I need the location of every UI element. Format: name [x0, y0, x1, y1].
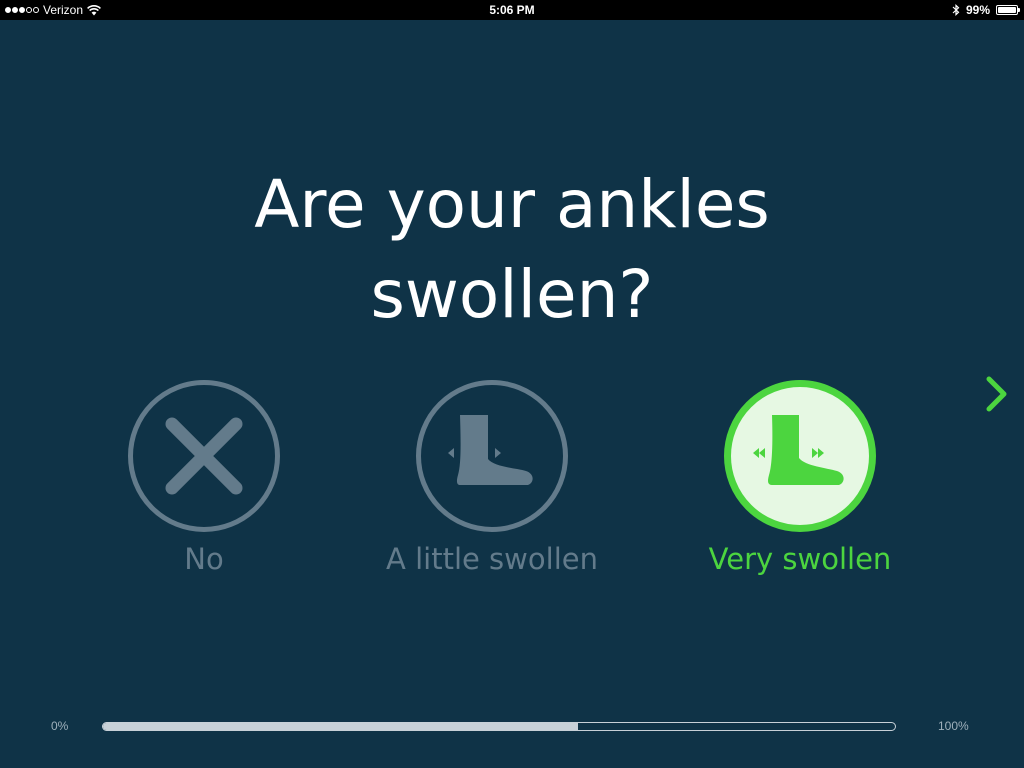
- bluetooth-icon: [952, 4, 960, 16]
- option-a-little-swollen[interactable]: A little swollen: [342, 380, 642, 576]
- battery-percent: 99%: [965, 3, 990, 17]
- progress-max-label: 100%: [938, 719, 969, 733]
- battery-icon: [996, 5, 1020, 15]
- status-right: 99%: [952, 3, 1020, 17]
- battery-level-fill: [998, 7, 1016, 13]
- status-bar: Verizon 5:06 PM 99%: [0, 0, 1024, 20]
- option-very-swollen[interactable]: Very swollen: [650, 380, 950, 576]
- option-no-circle[interactable]: [128, 380, 280, 532]
- question-title: Are your ankles swollen?: [254, 166, 770, 333]
- status-time: 5:06 PM: [489, 3, 535, 17]
- progress-min-label: 0%: [51, 719, 69, 733]
- next-button[interactable]: [980, 372, 1014, 416]
- progress-bar: [102, 722, 896, 731]
- option-a-little-swollen-label: A little swollen: [386, 542, 598, 576]
- foot-very-swollen-icon: [753, 415, 844, 485]
- option-a-little-swollen-circle[interactable]: [416, 380, 568, 532]
- chevron-right-icon[interactable]: [980, 372, 1014, 416]
- survey-screen: Verizon 5:06 PM 99% Are your ankles swol…: [0, 0, 1024, 768]
- foot-slightly-swollen-icon: [448, 415, 533, 485]
- x-icon: [165, 417, 243, 495]
- option-no-label: No: [184, 542, 224, 576]
- option-very-swollen-circle[interactable]: [724, 380, 876, 532]
- option-very-swollen-label: Very swollen: [708, 542, 892, 576]
- progress-fill: [103, 723, 579, 730]
- option-no[interactable]: No: [54, 380, 354, 576]
